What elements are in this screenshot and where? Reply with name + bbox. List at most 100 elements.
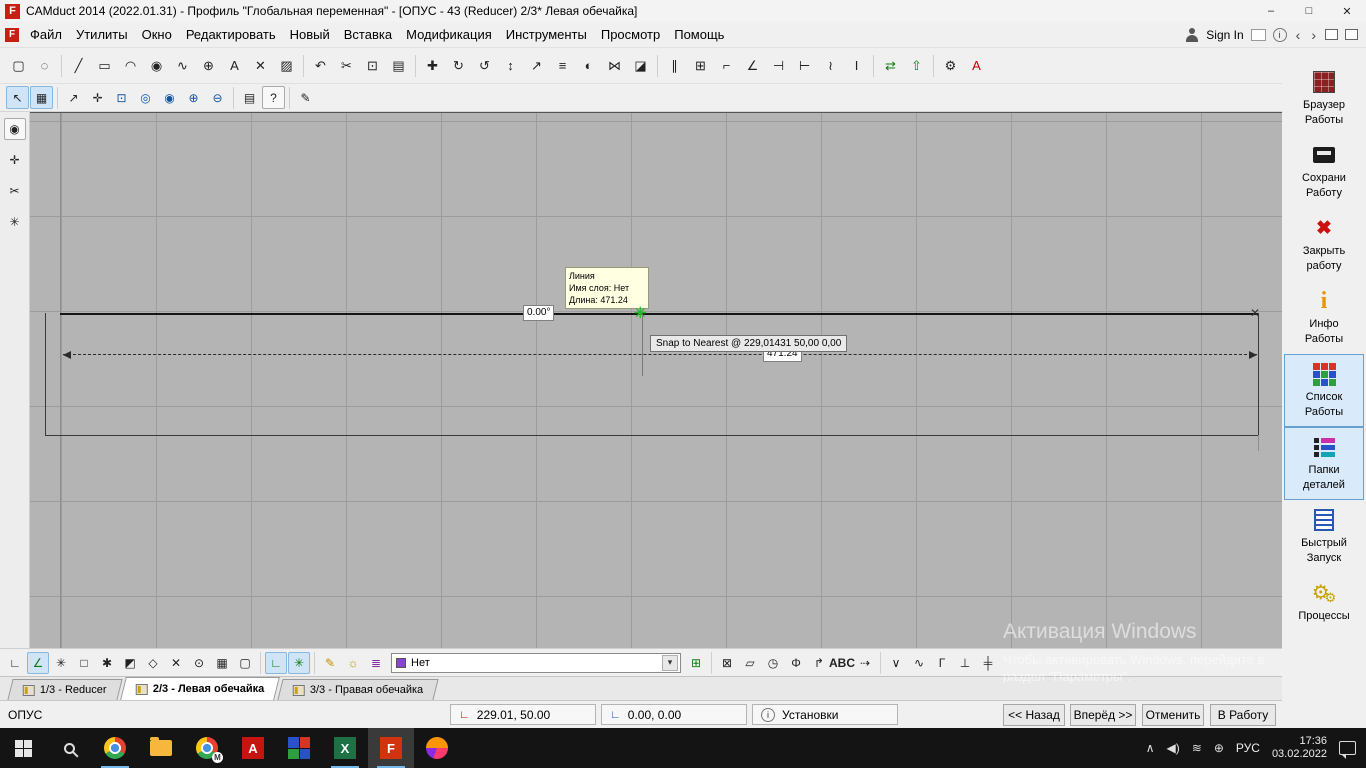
menu-file[interactable]: Файл [23, 23, 69, 46]
menu-insert[interactable]: Вставка [337, 23, 399, 46]
cancel-button[interactable]: Отменить [1142, 704, 1204, 726]
rectangle-tool[interactable]: ▭ [92, 53, 117, 78]
menu-utilities[interactable]: Утилиты [69, 23, 135, 46]
layer-select[interactable]: Нет ▾ [391, 653, 681, 673]
taskbar-explorer[interactable] [138, 728, 184, 768]
rotate-copy-tool[interactable]: ↺ [472, 53, 497, 78]
snap-target-toggle[interactable]: ✳ [288, 652, 310, 674]
mirror-tool[interactable]: ◐ [576, 53, 601, 78]
select-lasso-tool[interactable]: ◌ [32, 53, 57, 78]
offset-tool[interactable]: ∥ [662, 53, 687, 78]
fillet-tool[interactable]: ⌐ [714, 53, 739, 78]
flip-tool[interactable]: ⋈ [602, 53, 627, 78]
stretch-tool[interactable]: ↕ [498, 53, 523, 78]
zoom-out-button[interactable]: ⊖ [206, 86, 229, 109]
delete-node-tool[interactable]: ✕ [248, 53, 273, 78]
close-button[interactable]: ✕ [1328, 0, 1366, 22]
menu-tools[interactable]: Инструменты [499, 23, 594, 46]
ortho-toggle[interactable]: ∟ [265, 652, 287, 674]
tab-reducer[interactable]: 1/3 - Reducer [7, 679, 122, 700]
snap-endpoint[interactable]: ∟ [4, 652, 26, 674]
corner-line-tool[interactable]: Γ [931, 652, 953, 674]
profile-left-line[interactable] [45, 313, 46, 436]
taskbar-search-button[interactable] [46, 728, 92, 768]
drawing-canvas[interactable]: 471.24 0.00° Линия Имя слоя: Нет Длина: … [30, 112, 1282, 648]
hidden-icons-chevron[interactable]: ∧ [1146, 741, 1155, 755]
language-indicator[interactable]: РУС [1236, 741, 1260, 755]
wifi-icon[interactable]: ≋ [1192, 741, 1202, 755]
taskbar-acrobat[interactable]: A [230, 728, 276, 768]
mirror-vertical-mode[interactable]: Φ [785, 652, 807, 674]
snip-tool[interactable]: ✂ [4, 180, 26, 202]
font-style-tool[interactable]: A [964, 53, 989, 78]
paste-button[interactable]: ▤ [386, 53, 411, 78]
layer-add-button[interactable]: ⊞ [685, 652, 707, 674]
copy-button[interactable]: ⊡ [360, 53, 385, 78]
stamp-tool[interactable]: ≡ [550, 53, 575, 78]
zoom-window-button[interactable]: ◎ [134, 86, 157, 109]
text-tool[interactable]: A [222, 53, 247, 78]
array-tool[interactable]: ⊞ [688, 53, 713, 78]
zigzag-line-tool[interactable]: ∿ [908, 652, 930, 674]
cut-button[interactable]: ✂ [334, 53, 359, 78]
info-icon[interactable]: i [1273, 28, 1287, 42]
taskbar-excel[interactable]: X [322, 728, 368, 768]
direction-mode[interactable]: ↱ [808, 652, 830, 674]
sign-in-link[interactable]: Sign In [1206, 28, 1243, 42]
move-tool[interactable]: ✚ [420, 53, 445, 78]
back-button[interactable]: << Назад [1003, 704, 1065, 726]
menu-edit[interactable]: Редактировать [179, 23, 283, 46]
taskbar-chrome[interactable] [92, 728, 138, 768]
circle-center-tool[interactable]: ⊕ [196, 53, 221, 78]
snap-grid[interactable]: ▦ [211, 652, 233, 674]
snap-node[interactable]: ✱ [96, 652, 118, 674]
swap-ends-tool[interactable]: ⇄ [878, 53, 903, 78]
settings-status[interactable]: i Установки [752, 704, 898, 725]
sidebar-item-save-job[interactable]: Сохрани Работу [1284, 135, 1364, 208]
move-node-mode[interactable]: ⇢ [854, 652, 876, 674]
menu-window[interactable]: Окно [135, 23, 179, 46]
zoom-extents-button[interactable]: ⊡ [110, 86, 133, 109]
start-button[interactable] [0, 728, 46, 768]
chevron-left-icon[interactable]: ‹ [1294, 27, 1303, 43]
menu-new[interactable]: Новый [283, 23, 337, 46]
probe-tool[interactable]: ✛ [4, 149, 26, 171]
forward-button[interactable]: Вперёд >> [1070, 704, 1136, 726]
sidebar-item-part-folders[interactable]: Папки деталей [1284, 427, 1364, 500]
minimize-button[interactable]: – [1252, 0, 1290, 22]
menu-view[interactable]: Просмотр [594, 23, 667, 46]
grid-toggle[interactable]: ▦ [30, 86, 53, 109]
properties-button[interactable]: ▤ [238, 86, 261, 109]
measure-tool[interactable]: I [844, 53, 869, 78]
trim-tool[interactable]: ⊣ [766, 53, 791, 78]
select-polygon-mode[interactable]: ▱ [739, 652, 761, 674]
cross-line-tool[interactable]: ╪ [977, 652, 999, 674]
join-lines-tool[interactable]: ∨ [885, 652, 907, 674]
rotate-tool[interactable]: ↻ [446, 53, 471, 78]
view-eye-tool[interactable]: ◉ [4, 118, 26, 140]
text-check-mode[interactable]: ABC [831, 652, 853, 674]
profile-right-line[interactable] [1258, 313, 1259, 436]
menu-modify[interactable]: Модификация [399, 23, 499, 46]
node-edit-tool[interactable]: ✳ [4, 211, 26, 233]
chamfer-tool[interactable]: ∠ [740, 53, 765, 78]
chevron-down-icon[interactable]: ▾ [662, 655, 678, 671]
dock-panel-icon[interactable] [1345, 29, 1358, 40]
sidebar-item-processes[interactable]: ⚙ ⚙ Процессы [1284, 573, 1364, 646]
maximize-button[interactable]: □ [1290, 0, 1328, 22]
extend-tool[interactable]: ⊢ [792, 53, 817, 78]
network-icon[interactable]: ⊕ [1214, 741, 1224, 755]
taskbar-chrome-profile[interactable]: M [184, 728, 230, 768]
edit-text-button[interactable]: ✎ [294, 86, 317, 109]
profile-bottom-line[interactable] [45, 435, 1259, 436]
hatch-tool[interactable]: ▨ [274, 53, 299, 78]
chevron-right-icon[interactable]: › [1309, 27, 1318, 43]
snap-intersection[interactable]: ✳ [50, 652, 72, 674]
snap-perpendicular[interactable]: ◩ [119, 652, 141, 674]
help-button[interactable]: ? [262, 86, 285, 109]
menu-help[interactable]: Помощь [667, 23, 731, 46]
select-marquee-tool[interactable]: ▢ [6, 53, 31, 78]
arc-tool[interactable]: ◠ [118, 53, 143, 78]
snap-midpoint[interactable]: ◇ [142, 652, 164, 674]
profile-top-line[interactable] [60, 313, 1258, 315]
